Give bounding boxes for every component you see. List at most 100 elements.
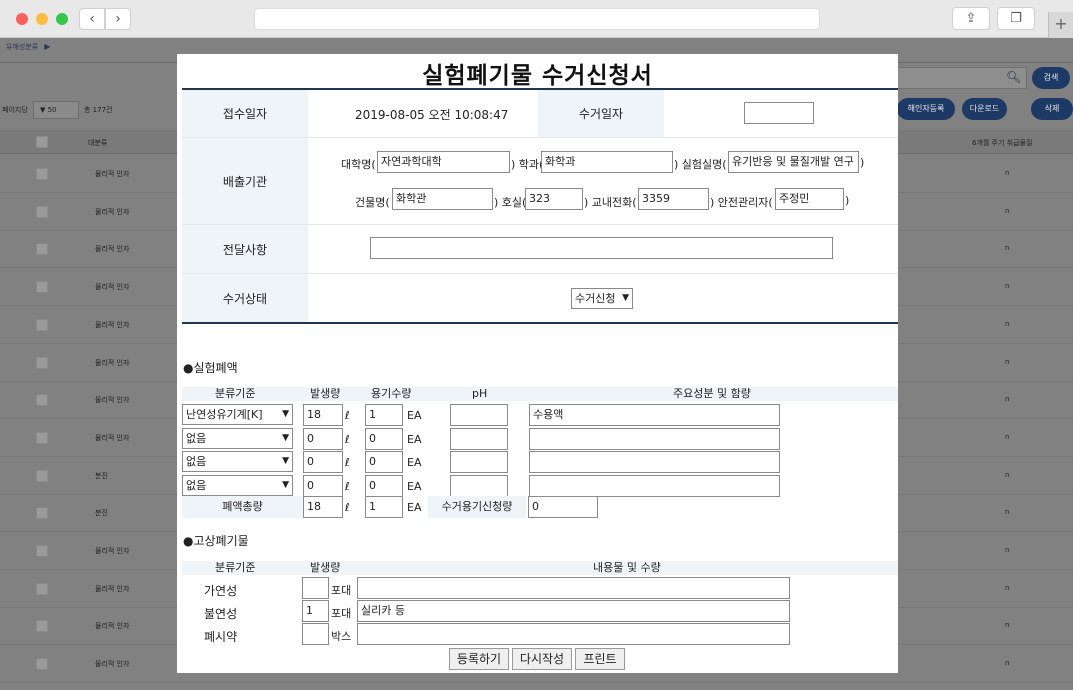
bldg-label: 건물명( bbox=[355, 196, 390, 209]
address-bar[interactable] bbox=[254, 8, 820, 30]
liquid-components-input[interactable] bbox=[529, 474, 780, 497]
back-button[interactable]: ‹ bbox=[79, 8, 105, 30]
row-checkbox[interactable] bbox=[36, 394, 48, 407]
tabs-button[interactable]: ❐ bbox=[997, 7, 1035, 30]
chevron-right-icon: › bbox=[115, 11, 121, 27]
liquid-components-input[interactable]: 수용액 bbox=[529, 404, 780, 426]
row-six-month: n bbox=[1005, 470, 1010, 479]
liquid-h-components: 주요성분 및 함량 bbox=[673, 387, 751, 400]
safety-manager-input[interactable]: 주정민 bbox=[775, 188, 844, 210]
liquid-h-containers: 용기수량 bbox=[371, 387, 412, 400]
liquid-class-value: 없음 bbox=[186, 478, 207, 492]
row-category: 물리적 인자 bbox=[95, 660, 130, 669]
liquid-ph-input[interactable] bbox=[450, 427, 508, 450]
solid-amount-input[interactable]: 1 bbox=[302, 600, 329, 622]
dropdown-arrow-icon: ▼ bbox=[282, 479, 289, 490]
liquid-amount-input[interactable]: 18 bbox=[303, 404, 343, 426]
liquid-ph-input[interactable] bbox=[450, 474, 508, 497]
liquid-total-amount[interactable]: 18 bbox=[303, 496, 343, 518]
plus-icon: + bbox=[1054, 14, 1068, 33]
liquid-class-select[interactable]: 없음 ▼ bbox=[182, 427, 293, 449]
share-button[interactable]: ⇪ bbox=[952, 7, 990, 30]
solid-amount-input[interactable] bbox=[302, 577, 329, 599]
bldg-input[interactable]: 화학관 bbox=[392, 188, 493, 210]
message-input[interactable] bbox=[370, 237, 833, 259]
row-checkbox[interactable] bbox=[36, 281, 48, 294]
liquid-ph-input[interactable] bbox=[450, 404, 508, 426]
waste-pickup-form-modal: 실험폐기물 수거신청서 접수일자 2019-08-05 오전 10:08:47 … bbox=[177, 54, 898, 673]
row-six-month: n bbox=[1005, 432, 1010, 441]
solid-amount-input[interactable] bbox=[302, 623, 329, 645]
row-checkbox[interactable] bbox=[36, 243, 48, 256]
liquid-amount-input[interactable]: 0 bbox=[303, 474, 343, 497]
row-six-month: n bbox=[1005, 583, 1010, 592]
close-window-button[interactable] bbox=[16, 13, 28, 25]
liquid-class-select[interactable]: 없음 ▼ bbox=[182, 451, 293, 472]
liquid-containers-input[interactable]: 0 bbox=[365, 427, 403, 450]
maximize-window-button[interactable] bbox=[56, 13, 68, 25]
room-input[interactable]: 323 bbox=[525, 188, 583, 210]
row-checkbox[interactable] bbox=[36, 620, 48, 633]
message-label: 전달사항 bbox=[182, 225, 308, 273]
row-six-month: n bbox=[1005, 206, 1010, 215]
liquid-total-containers[interactable]: 1 bbox=[365, 496, 403, 518]
liquid-amount-input[interactable]: 0 bbox=[303, 427, 343, 450]
phone-input[interactable]: 3359 bbox=[638, 188, 709, 210]
liquid-containers-input[interactable]: 0 bbox=[365, 474, 403, 497]
row-category: 물리적 인자 bbox=[95, 207, 130, 216]
solid-contents-input[interactable]: 실리카 등 bbox=[357, 600, 790, 622]
row-checkbox[interactable] bbox=[36, 318, 48, 331]
row-checkbox[interactable] bbox=[36, 469, 48, 482]
liquid-components-input[interactable] bbox=[529, 427, 780, 450]
liquid-total-unit-l: ℓ bbox=[345, 501, 350, 514]
pickup-date-input[interactable] bbox=[744, 102, 814, 124]
unit-ea: EA bbox=[407, 409, 422, 422]
row-checkbox[interactable] bbox=[36, 507, 48, 520]
download-button[interactable]: 다운로드 bbox=[962, 98, 1007, 120]
forward-button[interactable]: › bbox=[105, 8, 131, 30]
container-request-input[interactable]: 0 bbox=[528, 496, 598, 518]
liquid-containers-input[interactable]: 0 bbox=[365, 451, 403, 473]
row-checkbox[interactable] bbox=[36, 356, 48, 369]
form-title: 실험폐기물 수거신청서 bbox=[422, 63, 653, 89]
print-button[interactable]: 프린트 bbox=[575, 648, 625, 670]
liquid-amount-input[interactable]: 0 bbox=[303, 451, 343, 473]
solid-class-label: 불연성 bbox=[204, 607, 238, 621]
register-factor-button[interactable]: 해인자등록 bbox=[897, 98, 955, 120]
row-checkbox[interactable] bbox=[36, 431, 48, 444]
liquid-h-ph: pH bbox=[472, 387, 488, 400]
safety-close-paren: ) bbox=[845, 194, 850, 207]
liquid-containers-input[interactable]: 1 bbox=[365, 404, 403, 426]
search-button[interactable]: 검색 bbox=[1032, 67, 1070, 89]
minimize-window-button[interactable] bbox=[36, 13, 48, 25]
receipt-value: 2019-08-05 오전 10:08:47 bbox=[355, 108, 509, 122]
liquid-class-select[interactable]: 없음 ▼ bbox=[182, 474, 293, 496]
tabs-icon: ❐ bbox=[1010, 11, 1022, 26]
new-tab-button[interactable]: + bbox=[1048, 12, 1073, 38]
row-category: 물리적 인자 bbox=[95, 358, 130, 367]
row-category: 물리적 인자 bbox=[95, 547, 130, 555]
lab-input[interactable]: 유기반응 및 물질개발 연구 bbox=[728, 151, 859, 173]
liquid-ph-input[interactable] bbox=[450, 451, 508, 473]
rewrite-button[interactable]: 다시작성 bbox=[512, 648, 572, 670]
univ-input[interactable]: 자연과학대학 bbox=[377, 151, 510, 173]
row-checkbox[interactable] bbox=[36, 658, 48, 671]
unit-ea: EA bbox=[407, 479, 422, 493]
register-button[interactable]: 등록하기 bbox=[449, 648, 509, 670]
search-icon[interactable]: 🔍︎ bbox=[1006, 70, 1021, 84]
liquid-components-input[interactable] bbox=[529, 451, 780, 473]
row-checkbox[interactable] bbox=[36, 582, 48, 595]
row-checkbox[interactable] bbox=[36, 168, 48, 180]
row-checkbox[interactable] bbox=[36, 545, 48, 557]
delete-button[interactable]: 삭제 bbox=[1031, 98, 1073, 120]
solid-contents-input[interactable] bbox=[357, 623, 790, 645]
status-select[interactable]: 수거신청 ▼ bbox=[571, 288, 633, 309]
solid-contents-input[interactable] bbox=[357, 577, 790, 599]
breadcrumb: 유해성분류 ▶ bbox=[6, 42, 50, 52]
perpage-select[interactable]: ▼ 50 bbox=[33, 101, 79, 119]
liquid-class-select[interactable]: 난연성유기계[K] ▼ bbox=[182, 404, 293, 425]
row-checkbox[interactable] bbox=[36, 205, 48, 218]
receipt-row: 접수일자 2019-08-05 오전 10:08:47 수거일자 bbox=[182, 90, 898, 138]
dept-input[interactable]: 화학과 bbox=[541, 151, 673, 173]
select-all-checkbox[interactable] bbox=[36, 136, 48, 148]
